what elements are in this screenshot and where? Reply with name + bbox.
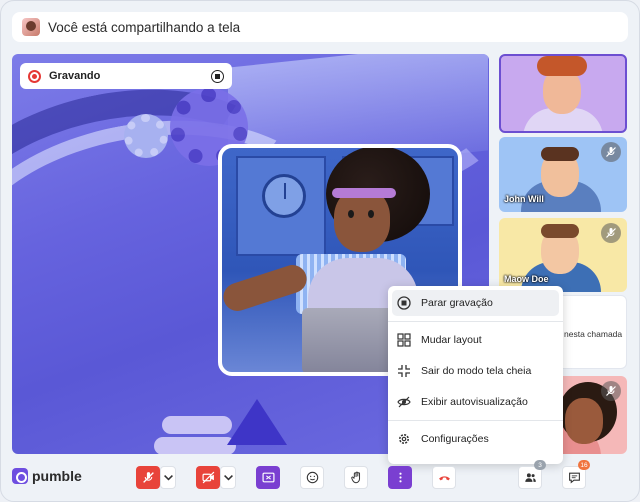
gear-icon: [397, 432, 411, 446]
participant-name: Maow Doe: [504, 274, 549, 284]
chevron-down-icon: [223, 474, 233, 481]
pumble-logo-icon: [12, 468, 28, 484]
microphone-toggle-button[interactable]: [136, 466, 160, 489]
recording-label: Gravando: [49, 70, 101, 82]
brand-name: pumble: [32, 468, 82, 484]
menu-item-label: Mudar layout: [421, 334, 482, 346]
muted-mic-icon: [601, 223, 621, 243]
participant-tile[interactable]: [499, 54, 627, 133]
menu-item-label: Exibir autovisualização: [421, 396, 528, 408]
presenter-eye: [348, 210, 354, 218]
more-options-menu: Parar gravação Mudar layout Sair do modo…: [388, 286, 563, 464]
background-triangle: [227, 399, 287, 445]
leave-call-button[interactable]: [432, 466, 456, 489]
camera-off-icon: [201, 471, 214, 484]
user-avatar: [22, 18, 40, 36]
menu-divider: [388, 321, 563, 322]
participant-tile[interactable]: Maow Doe: [499, 218, 627, 292]
hang-up-icon: [438, 476, 450, 481]
more-options-button[interactable]: [388, 466, 412, 489]
chat-count-badge: 16: [578, 460, 590, 470]
chat-button[interactable]: 16: [562, 460, 590, 489]
share-banner-text: Você está compartilhando a tela: [48, 19, 241, 35]
muted-mic-icon: [601, 142, 621, 162]
chat-icon: [568, 472, 580, 484]
raise-hand-button[interactable]: [344, 466, 368, 489]
menu-item-label: Sair do modo tela cheia: [421, 365, 532, 377]
presenter-eye: [368, 210, 374, 218]
presenter-headband: [332, 188, 396, 198]
menu-divider: [388, 420, 563, 421]
exit-fullscreen-icon: [397, 364, 411, 378]
menu-item-label: Parar gravação: [421, 297, 493, 309]
recording-indicator: Gravando: [20, 63, 232, 89]
hand-icon: [350, 471, 360, 484]
participant-face: [565, 398, 603, 444]
menu-item-label: Configurações: [421, 433, 489, 445]
menu-item-stop-recording[interactable]: Parar gravação: [392, 290, 559, 316]
participant-status: nesta chamada: [564, 329, 623, 339]
menu-item-self-view[interactable]: Exibir autovisualização: [388, 389, 563, 415]
menu-item-change-layout[interactable]: Mudar layout: [388, 327, 563, 353]
camera-options-button[interactable]: [220, 466, 236, 489]
participant-name: John Will: [504, 194, 544, 204]
more-vertical-icon: [398, 472, 402, 483]
background-pill: [154, 437, 236, 454]
layout-icon: [397, 333, 411, 347]
muted-mic-icon: [601, 381, 621, 401]
participant-hair: [541, 147, 579, 161]
participant-tile[interactable]: John Will: [499, 137, 627, 212]
stop-recording-icon[interactable]: [211, 69, 224, 83]
reactions-button[interactable]: [300, 466, 324, 489]
stop-record-icon: [397, 296, 411, 310]
brand-logo: pumble: [12, 468, 82, 484]
gear-decoration: [124, 114, 168, 158]
microphone-options-button[interactable]: [160, 466, 176, 489]
screen-share-button[interactable]: [256, 466, 280, 489]
hide-self-view-icon: [397, 395, 411, 409]
participants-count-badge: 3: [534, 460, 546, 470]
people-icon: [524, 473, 536, 482]
menu-item-exit-fullscreen[interactable]: Sair do modo tela cheia: [388, 358, 563, 384]
clock-decoration: [262, 174, 306, 218]
stop-share-icon: [261, 472, 275, 483]
mic-off-icon: [142, 472, 154, 483]
menu-item-settings[interactable]: Configurações: [388, 426, 563, 452]
recording-dot-icon: [28, 69, 41, 83]
participant-hair: [541, 224, 579, 238]
chevron-down-icon: [163, 474, 173, 481]
participants-button[interactable]: 3: [518, 460, 546, 489]
camera-toggle-button[interactable]: [196, 466, 220, 489]
background-pill: [162, 416, 232, 434]
screen-share-banner: Você está compartilhando a tela: [12, 12, 628, 42]
participant-hair: [537, 56, 587, 76]
emoji-icon: [306, 471, 318, 484]
